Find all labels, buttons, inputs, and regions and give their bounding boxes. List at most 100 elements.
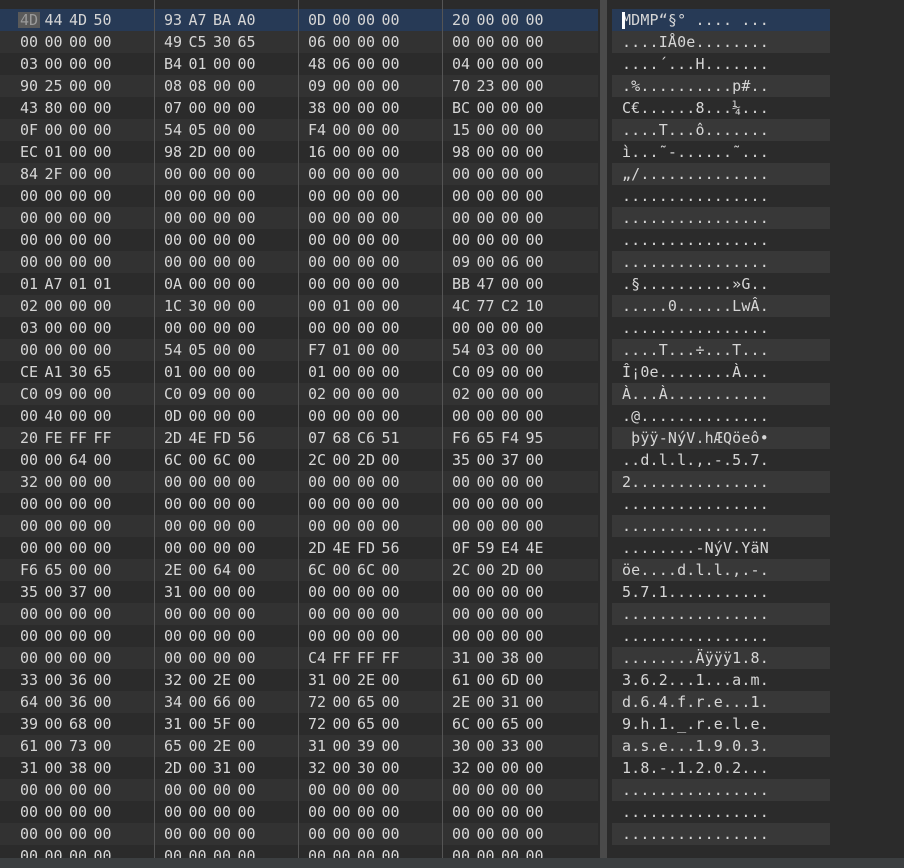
hex-byte[interactable]: 00 <box>236 386 258 402</box>
hex-byte[interactable]: 00 <box>475 738 497 754</box>
ascii-row[interactable]: .§..........»G.. <box>612 273 830 295</box>
hex-byte[interactable]: 36 <box>67 672 89 688</box>
hex-byte[interactable]: 2D <box>499 562 521 578</box>
ascii-row[interactable]: „/.............. <box>612 163 830 185</box>
hex-byte[interactable]: 00 <box>331 78 353 94</box>
ascii-text[interactable]: .@.............. <box>622 408 769 424</box>
hex-byte[interactable]: 00 <box>524 518 546 534</box>
hex-byte[interactable]: 00 <box>236 122 258 138</box>
ascii-row[interactable]: ................ <box>612 493 830 515</box>
hex-byte[interactable]: 00 <box>524 474 546 490</box>
hex-byte[interactable]: 36 <box>67 694 89 710</box>
hex-byte[interactable]: 00 <box>331 408 353 424</box>
hex-byte[interactable]: 09 <box>450 254 472 270</box>
hex-byte[interactable]: 2D <box>187 144 209 160</box>
hex-byte[interactable]: 00 <box>43 254 65 270</box>
hex-row[interactable]: 43 80 00 00 07 00 00 00 38 00 00 00 BC 00 00 00 <box>0 97 598 119</box>
hex-byte[interactable]: 39 <box>18 716 40 732</box>
hex-byte[interactable]: 00 <box>211 782 233 798</box>
hex-byte[interactable]: 00 <box>236 276 258 292</box>
ascii-row[interactable]: Î¡0e........À... <box>612 361 830 383</box>
hex-byte[interactable]: 00 <box>331 320 353 336</box>
hex-byte[interactable]: 00 <box>450 166 472 182</box>
hex-byte[interactable]: 00 <box>380 386 402 402</box>
hex-byte[interactable]: 00 <box>475 188 497 204</box>
hex-byte[interactable]: 00 <box>187 562 209 578</box>
hex-byte[interactable]: 00 <box>187 650 209 666</box>
hex-byte[interactable]: 00 <box>236 364 258 380</box>
hex-byte[interactable]: 00 <box>92 56 114 72</box>
hex-byte[interactable]: 09 <box>475 364 497 380</box>
hex-byte[interactable]: 10 <box>524 298 546 314</box>
hex-byte[interactable]: 00 <box>524 34 546 50</box>
ascii-row[interactable]: 1.8.-.1.2.0.2... <box>612 757 830 779</box>
hex-byte[interactable]: 50 <box>92 12 114 28</box>
hex-byte[interactable]: 00 <box>475 694 497 710</box>
ascii-row[interactable]: MDMP“§° .... ... <box>612 9 830 31</box>
hex-byte[interactable]: 00 <box>236 144 258 160</box>
hex-byte[interactable]: 00 <box>331 716 353 732</box>
hex-byte[interactable]: 0F <box>18 122 40 138</box>
hex-byte[interactable]: 00 <box>92 474 114 490</box>
hex-byte[interactable]: BA <box>211 12 233 28</box>
hex-byte[interactable]: 38 <box>306 100 328 116</box>
hex-byte[interactable]: 00 <box>306 254 328 270</box>
ascii-text[interactable]: ..d.l.l.,.-.5.7. <box>622 452 769 468</box>
hex-byte[interactable]: BC <box>450 100 472 116</box>
hex-byte[interactable]: 00 <box>380 144 402 160</box>
hex-byte[interactable]: 00 <box>67 562 89 578</box>
hex-byte[interactable]: 00 <box>499 188 521 204</box>
hex-byte[interactable]: 00 <box>236 518 258 534</box>
hex-byte[interactable]: 00 <box>236 232 258 248</box>
hex-row[interactable]: EC 01 00 00 98 2D 00 00 16 00 00 00 98 00 00 00 <box>0 141 598 163</box>
hex-byte[interactable]: 00 <box>499 518 521 534</box>
hex-byte[interactable]: 00 <box>380 738 402 754</box>
hex-byte[interactable]: 00 <box>236 826 258 842</box>
hex-row[interactable]: 4D 44 4D 50 93 A7 BA A0 0D 00 00 00 20 00 00 00 <box>0 9 598 31</box>
vertical-scrollbar-track[interactable] <box>600 0 607 858</box>
hex-byte[interactable]: 00 <box>331 782 353 798</box>
hex-byte[interactable]: 00 <box>43 716 65 732</box>
hex-byte[interactable]: 00 <box>355 144 377 160</box>
hex-byte[interactable]: 00 <box>211 364 233 380</box>
hex-byte[interactable]: 00 <box>236 760 258 776</box>
hex-byte[interactable]: 00 <box>524 584 546 600</box>
hex-byte[interactable]: 00 <box>524 694 546 710</box>
hex-byte[interactable]: 00 <box>524 320 546 336</box>
hex-byte[interactable]: 00 <box>18 452 40 468</box>
hex-byte[interactable]: 00 <box>236 782 258 798</box>
hex-byte[interactable]: 00 <box>187 364 209 380</box>
hex-byte[interactable]: 00 <box>475 144 497 160</box>
ascii-row[interactable]: ........-NýV.YäN <box>612 537 830 559</box>
hex-byte[interactable]: 00 <box>475 672 497 688</box>
hex-byte[interactable]: 00 <box>187 496 209 512</box>
hex-byte[interactable]: 00 <box>18 408 40 424</box>
hex-byte[interactable]: 00 <box>380 518 402 534</box>
hex-byte[interactable]: 00 <box>306 782 328 798</box>
hex-byte[interactable]: 00 <box>499 760 521 776</box>
hex-byte[interactable]: 72 <box>306 694 328 710</box>
hex-byte[interactable]: 00 <box>355 232 377 248</box>
hex-byte[interactable]: 00 <box>67 628 89 644</box>
hex-byte[interactable]: 01 <box>92 276 114 292</box>
hex-byte[interactable]: 00 <box>236 78 258 94</box>
hex-byte[interactable]: 01 <box>43 144 65 160</box>
hex-byte[interactable]: 95 <box>524 430 546 446</box>
hex-byte[interactable]: FF <box>380 650 402 666</box>
hex-byte[interactable]: 00 <box>475 584 497 600</box>
hex-byte[interactable]: 00 <box>524 562 546 578</box>
hex-byte[interactable]: 00 <box>475 606 497 622</box>
hex-byte[interactable]: FE <box>43 430 65 446</box>
hex-byte[interactable]: 00 <box>450 474 472 490</box>
hex-byte[interactable]: 00 <box>67 298 89 314</box>
ascii-text[interactable]: ................ <box>622 254 769 270</box>
hex-byte[interactable]: 00 <box>475 562 497 578</box>
hex-byte[interactable]: 00 <box>306 210 328 226</box>
hex-byte[interactable]: 5F <box>211 716 233 732</box>
hex-byte[interactable]: A7 <box>187 12 209 28</box>
hex-byte[interactable]: 00 <box>380 188 402 204</box>
hex-byte[interactable]: 00 <box>43 584 65 600</box>
hex-row[interactable]: 64 00 36 00 34 00 66 00 72 00 65 00 2E 00 31 00 <box>0 691 598 713</box>
hex-byte[interactable]: 00 <box>475 496 497 512</box>
hex-byte[interactable]: 00 <box>92 716 114 732</box>
